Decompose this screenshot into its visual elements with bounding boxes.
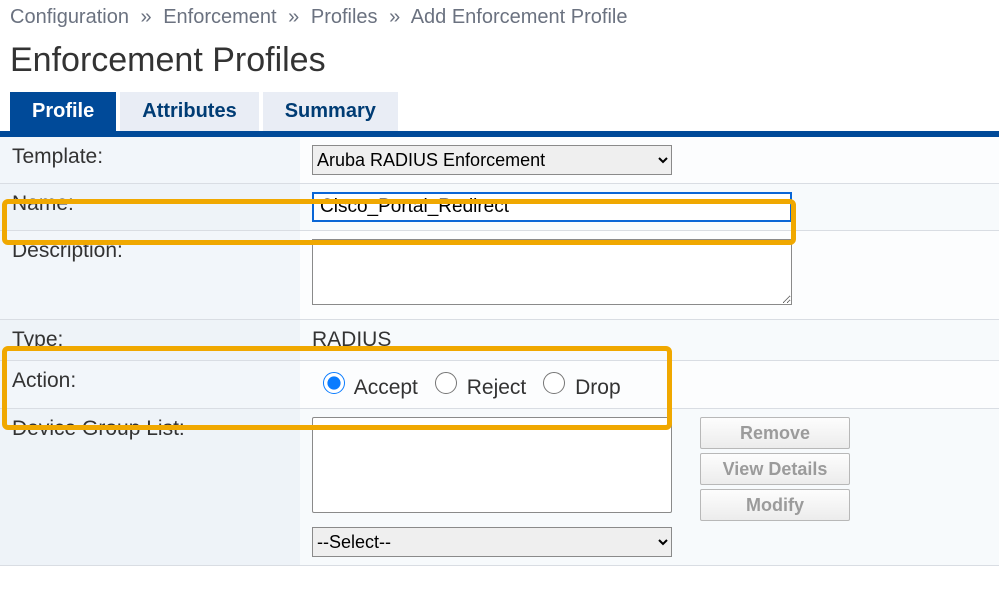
tab-summary[interactable]: Summary (263, 92, 398, 131)
breadcrumb-sep: » (141, 6, 152, 28)
modify-button[interactable]: Modify (700, 489, 850, 521)
breadcrumb-configuration[interactable]: Configuration (10, 6, 129, 28)
action-radio-group: Accept Reject Drop (312, 369, 987, 400)
action-accept-label[interactable]: Accept (318, 369, 418, 400)
type-value: RADIUS (300, 320, 999, 361)
action-drop-radio[interactable] (543, 372, 565, 394)
view-details-button[interactable]: View Details (700, 453, 850, 485)
device-group-list-label: Device Group List: (0, 409, 300, 566)
action-label: Action: (0, 361, 300, 409)
tab-row: Profile Attributes Summary (0, 92, 999, 131)
remove-button[interactable]: Remove (700, 417, 850, 449)
device-group-select[interactable]: --Select-- (312, 527, 672, 557)
description-label: Description: (0, 231, 300, 320)
device-group-listbox[interactable] (312, 417, 672, 513)
action-drop-text: Drop (575, 376, 621, 399)
breadcrumb-profiles[interactable]: Profiles (311, 6, 378, 28)
action-reject-radio[interactable] (435, 372, 457, 394)
breadcrumb-sep: » (389, 6, 400, 28)
action-accept-radio[interactable] (323, 372, 345, 394)
tab-profile[interactable]: Profile (10, 92, 116, 131)
type-label: Type: (0, 320, 300, 361)
action-reject-text: Reject (467, 376, 527, 399)
breadcrumb-sep: » (288, 6, 299, 28)
description-textarea[interactable] (312, 239, 792, 305)
breadcrumb-current: Add Enforcement Profile (411, 6, 628, 28)
breadcrumb: Configuration » Enforcement » Profiles »… (0, 0, 999, 33)
tab-attributes[interactable]: Attributes (120, 92, 258, 131)
template-label: Template: (0, 137, 300, 184)
action-accept-text: Accept (354, 376, 418, 399)
action-reject-label[interactable]: Reject (430, 369, 526, 400)
breadcrumb-enforcement[interactable]: Enforcement (163, 6, 276, 28)
action-drop-label[interactable]: Drop (538, 369, 620, 400)
template-select[interactable]: Aruba RADIUS Enforcement (312, 145, 672, 175)
profile-form: Template: Aruba RADIUS Enforcement Name:… (0, 137, 999, 566)
name-label: Name: (0, 184, 300, 231)
page-title: Enforcement Profiles (10, 41, 999, 80)
name-input[interactable] (312, 192, 792, 222)
